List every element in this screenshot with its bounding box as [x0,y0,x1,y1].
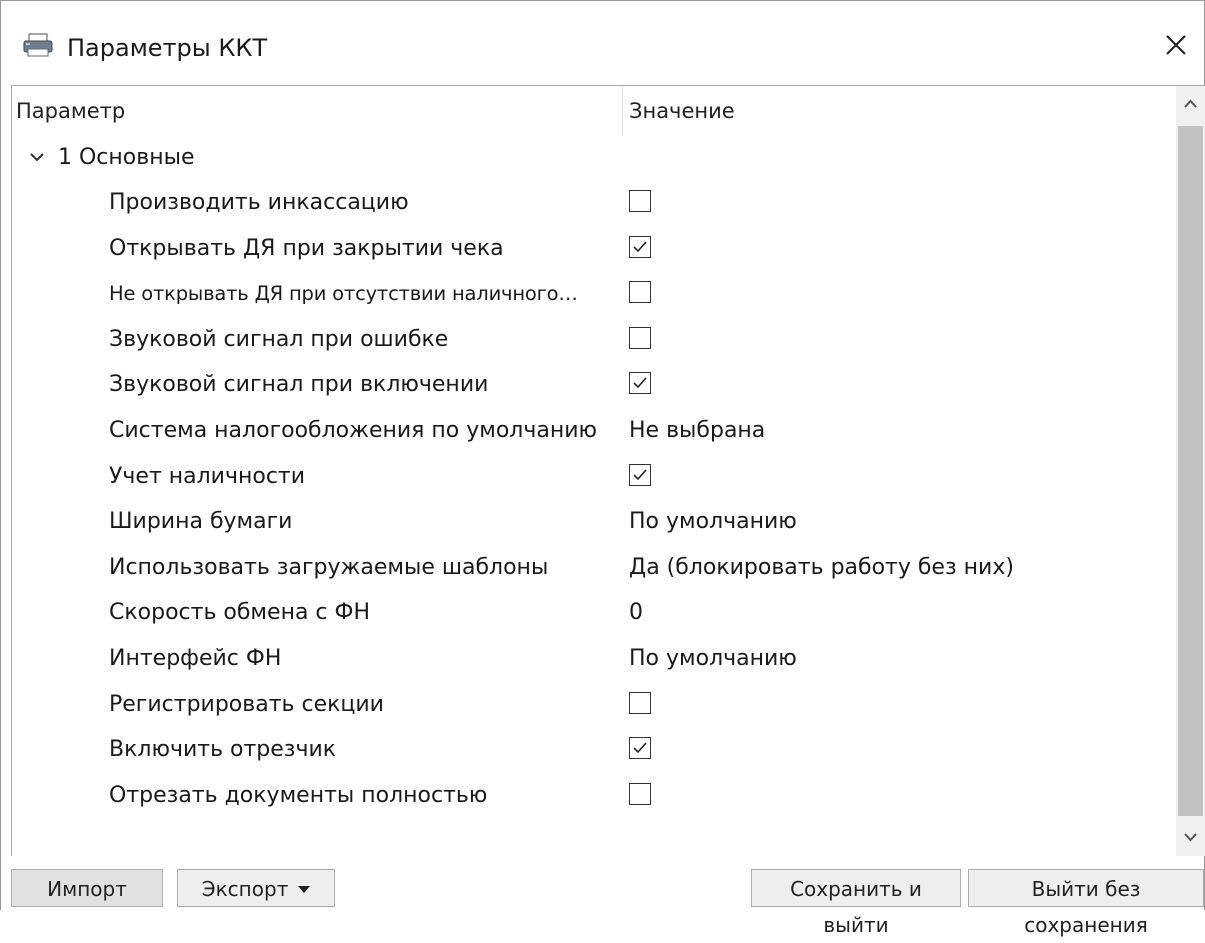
parameter-name: Не открывать ДЯ при отсутствии наличного… [109,282,578,306]
group-label: 1 Основные [58,145,195,170]
parameter-row[interactable]: Открывать ДЯ при закрытии чека [12,226,1176,272]
parameter-row[interactable]: Учет наличности [12,454,1176,500]
close-icon [1166,35,1186,55]
printer-icon [23,33,53,57]
parameter-name: Система налогообложения по умолчанию [109,418,598,443]
parameter-checkbox[interactable] [629,782,651,805]
import-button-label: Импорт [47,877,127,901]
parameter-name: Ширина бумаги [109,509,293,535]
chevron-down-icon [1184,833,1197,842]
parameter-row[interactable]: Использовать загружаемые шаблоны Да (блок… [12,545,1176,591]
parameter-name: Регистрировать секции [109,691,384,717]
parameter-name: Звуковой сигнал при ошибке [109,326,449,352]
window-title: Параметры ККТ [67,34,268,62]
parameter-name: Отрезать документы полностью [109,782,488,808]
parameter-row[interactable]: Регистрировать секции [12,682,1176,728]
parameter-name: Включить отрезчик [109,737,337,763]
import-button[interactable]: Импорт [11,869,163,907]
parameter-value[interactable]: По умолчанию [629,645,797,673]
export-button-label: Экспорт [201,877,289,901]
checkmark-icon [633,241,647,252]
checkmark-icon [633,377,647,389]
checkmark-icon [633,469,647,480]
parameter-name: Звуковой сигнал при включении [109,372,489,398]
parameter-row[interactable]: Скорость обмена с ФН 0 [12,590,1176,636]
parameter-row[interactable]: Система налогообложения по умолчанию Не в… [12,408,1176,454]
parameter-row[interactable]: Ширина бумаги По умолчанию [12,499,1176,545]
vertical-scrollbar[interactable] [1176,86,1205,856]
scroll-down-button[interactable] [1176,818,1205,856]
parameter-name: Использовать загружаемые шаблоны [109,554,549,580]
parameter-name: Производить инкассацию [109,190,409,215]
parameter-name: Интерфейс ФН [109,646,282,671]
parameter-row[interactable]: Интерфейс ФН По умолчанию [12,636,1176,682]
parameter-checkbox[interactable] [629,281,651,304]
parameter-checkbox[interactable] [629,463,651,486]
button-bar: Импорт Экспорт Сохранить и выйти Выйти б… [1,857,1204,937]
parameter-checkbox[interactable] [629,737,651,760]
parameters-tree[interactable]: Параметр Значение 1 Основные Производить… [11,85,1205,856]
parameter-value[interactable]: По умолчанию [629,508,797,536]
parameter-row[interactable]: Включить отрезчик [12,727,1176,773]
column-header-row: Параметр Значение [12,86,1176,136]
title-bar: Параметры ККТ [1,1,1204,81]
parameter-checkbox[interactable] [629,326,651,349]
scroll-up-button[interactable] [1176,86,1205,124]
checkmark-icon [633,742,647,754]
column-divider[interactable] [622,86,623,136]
parameter-row[interactable]: Звуковой сигнал при ошибке [12,317,1176,363]
parameter-value[interactable]: Да (блокировать работу без них) [629,554,1014,582]
save-and-exit-button[interactable]: Сохранить и выйти [751,869,961,937]
parameter-name: Скорость обмена с ФН [109,600,370,626]
parameter-value[interactable]: Не выбрана [629,417,765,445]
exit-without-saving-label: Выйти без сохранения [1024,877,1148,937]
parameter-name: Открывать ДЯ при закрытии чека [109,235,504,261]
parameter-value[interactable]: 0 [629,599,643,627]
column-header-value[interactable]: Значение [629,98,735,124]
dropdown-arrow-icon [298,885,311,893]
parameter-name: Учет наличности [109,463,306,489]
export-button[interactable]: Экспорт [177,869,335,907]
parameter-row[interactable]: Отрезать документы полностью [12,773,1176,819]
parameter-row[interactable]: Звуковой сигнал при включении [12,362,1176,408]
parameter-checkbox[interactable] [629,372,651,395]
exit-without-saving-button[interactable]: Выйти без сохранения [968,869,1204,937]
parameters-window: Параметры ККТ Параметр Значение 1 Основн… [0,0,1205,937]
scroll-thumb[interactable] [1178,126,1203,816]
chevron-down-icon[interactable] [26,146,48,168]
close-button[interactable] [1158,27,1194,63]
parameter-row[interactable]: Не открывать ДЯ при отсутствии наличного… [12,271,1176,317]
save-and-exit-label: Сохранить и выйти [790,877,922,937]
group-row-main[interactable]: 1 Основные [12,136,1176,180]
parameter-checkbox[interactable] [629,190,651,212]
parameter-row[interactable]: Производить инкассацию [12,180,1176,226]
parameter-checkbox[interactable] [629,691,651,714]
chevron-up-icon [1184,99,1197,108]
parameter-checkbox[interactable] [629,235,651,258]
column-header-param[interactable]: Параметр [16,98,125,124]
